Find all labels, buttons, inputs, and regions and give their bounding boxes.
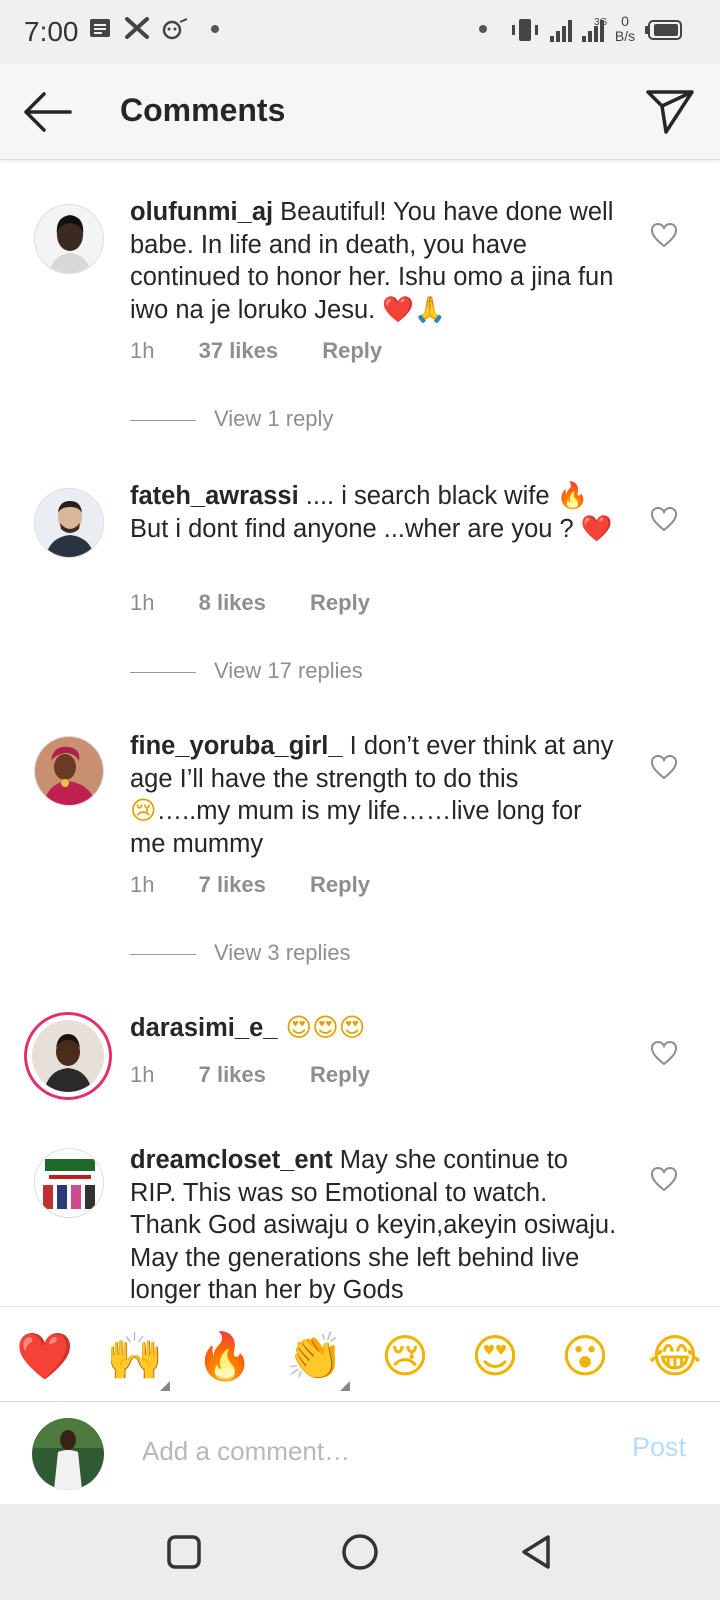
comment-likes[interactable]: 7 likes xyxy=(199,872,266,898)
avatar[interactable] xyxy=(34,1148,104,1218)
emoji-raising-hands-button[interactable]: 🙌 xyxy=(102,1323,168,1389)
data-speed-value: 0 xyxy=(621,13,629,29)
comment-username[interactable]: darasimi_e_ xyxy=(130,1014,277,1042)
comment-username[interactable]: olufunmi_aj xyxy=(130,198,273,226)
like-heart-icon[interactable] xyxy=(650,754,678,780)
comment-emoji-inline: 🔥 xyxy=(556,481,589,511)
emoji-surprised-face-button[interactable]: 😮 xyxy=(552,1323,618,1389)
comment-meta: 1h 37 likes Reply xyxy=(130,338,382,364)
comment-body: .... i search black wife xyxy=(298,482,557,510)
avatar[interactable] xyxy=(34,204,104,274)
comment-likes[interactable]: 7 likes xyxy=(199,1062,266,1088)
vibrate-icon xyxy=(508,16,542,44)
like-heart-icon[interactable] xyxy=(650,506,678,532)
message-notification-icon xyxy=(88,16,112,44)
status-bar: 7:00 3G 0 B/s xyxy=(0,0,720,64)
back-nav-button[interactable] xyxy=(516,1532,556,1572)
comment-meta: 1h 8 likes Reply xyxy=(130,590,370,616)
reply-button[interactable]: Reply xyxy=(310,1062,370,1088)
system-navigation-bar xyxy=(0,1504,720,1600)
app-notification-icon xyxy=(160,16,190,44)
like-heart-icon[interactable] xyxy=(650,222,678,248)
comment-body-continued: …..my mum is my life……live long for me m… xyxy=(130,797,582,858)
square-icon xyxy=(167,1535,201,1569)
triangle-back-icon xyxy=(522,1535,550,1569)
comments-header: Comments xyxy=(0,64,720,160)
emoji-fire-button[interactable]: 🔥 xyxy=(192,1323,258,1389)
page-title: Comments xyxy=(120,92,286,128)
comment-likes[interactable]: 37 likes xyxy=(199,338,279,364)
view-replies-label: View 3 replies xyxy=(214,940,351,965)
comment-time: 1h xyxy=(130,338,155,363)
recent-apps-button[interactable] xyxy=(164,1532,204,1572)
comment-time: 1h xyxy=(130,590,155,615)
comment-username[interactable]: fateh_awrassi xyxy=(130,482,299,510)
avatar[interactable] xyxy=(34,488,104,558)
home-button[interactable] xyxy=(340,1532,380,1572)
emoji-crying-face-button[interactable]: 😢 xyxy=(372,1323,438,1389)
comment-composer: Post xyxy=(0,1402,720,1504)
avatar-with-story-ring[interactable] xyxy=(24,1012,112,1100)
comment-body-continued: But i dont find anyone ...wher are you ? xyxy=(130,514,581,543)
like-heart-icon[interactable] xyxy=(650,1040,678,1066)
comment-input[interactable] xyxy=(142,1428,602,1474)
view-replies-label: View 17 replies xyxy=(214,658,363,683)
emoji-quick-bar: ❤️ 🙌 🔥 👏 😢 😍 😮 😂 xyxy=(0,1306,720,1402)
like-heart-icon[interactable] xyxy=(650,1166,678,1192)
reply-button[interactable]: Reply xyxy=(310,590,370,616)
battery-icon xyxy=(644,16,684,44)
comment-emoji: ❤️🙏 xyxy=(382,294,446,325)
skin-tone-indicator xyxy=(340,1381,350,1391)
comment-item: dreamcloset_ent May she continue to RIP.… xyxy=(0,1144,720,1306)
comment-likes[interactable]: 8 likes xyxy=(199,590,266,616)
data-speed-indicator: 0 B/s xyxy=(612,13,638,44)
circle-icon xyxy=(342,1534,378,1570)
view-replies-link[interactable]: View 1 reply xyxy=(130,406,333,432)
signal-strength-2-icon: 3G xyxy=(580,16,610,44)
data-speed-unit: B/s xyxy=(614,28,636,44)
comment-meta: 1h 7 likes Reply xyxy=(130,872,370,898)
comment-time: 1h xyxy=(130,1062,155,1087)
current-user-avatar xyxy=(32,1418,104,1490)
replies-divider xyxy=(130,671,196,673)
emoji-clapping-hands-button[interactable]: 👏 xyxy=(282,1323,348,1389)
skin-tone-indicator xyxy=(160,1381,170,1391)
emoji-heart-button[interactable]: ❤️ xyxy=(12,1323,78,1389)
emoji-tears-of-joy-button[interactable]: 😂 xyxy=(642,1323,708,1389)
comment-username[interactable]: dreamcloset_ent xyxy=(130,1146,333,1174)
signal-strength-1-icon xyxy=(548,16,576,44)
comment-emoji: ❤️ xyxy=(580,513,613,544)
comment-emoji: 😍😍😍 xyxy=(277,1013,366,1043)
status-dot-icon xyxy=(478,16,488,44)
back-arrow-icon xyxy=(24,92,72,132)
reply-button[interactable]: Reply xyxy=(310,872,370,898)
emoji-heart-eyes-button[interactable]: 😍 xyxy=(462,1323,528,1389)
post-button[interactable]: Post xyxy=(632,1432,686,1463)
comment-time: 1h xyxy=(130,872,155,897)
view-replies-link[interactable]: View 3 replies xyxy=(130,940,351,966)
view-replies-link[interactable]: View 17 replies xyxy=(130,658,363,684)
avatar[interactable] xyxy=(34,736,104,806)
more-notifications-dot-icon xyxy=(210,16,220,44)
paper-plane-icon xyxy=(646,90,694,134)
back-button[interactable] xyxy=(20,88,76,136)
replies-divider xyxy=(130,953,196,955)
replies-divider xyxy=(130,419,196,421)
share-button[interactable] xyxy=(644,86,696,138)
comment-emoji-inline: 😢 xyxy=(130,796,157,826)
network-type-label: 3G xyxy=(594,17,608,28)
view-replies-label: View 1 reply xyxy=(214,406,334,431)
comment-username[interactable]: fine_yoruba_girl_ xyxy=(130,732,343,760)
status-time: 7:00 xyxy=(24,16,79,47)
comment-meta: 1h 7 likes Reply xyxy=(130,1062,370,1088)
reply-button[interactable]: Reply xyxy=(322,338,382,364)
x-notification-icon xyxy=(124,16,150,44)
